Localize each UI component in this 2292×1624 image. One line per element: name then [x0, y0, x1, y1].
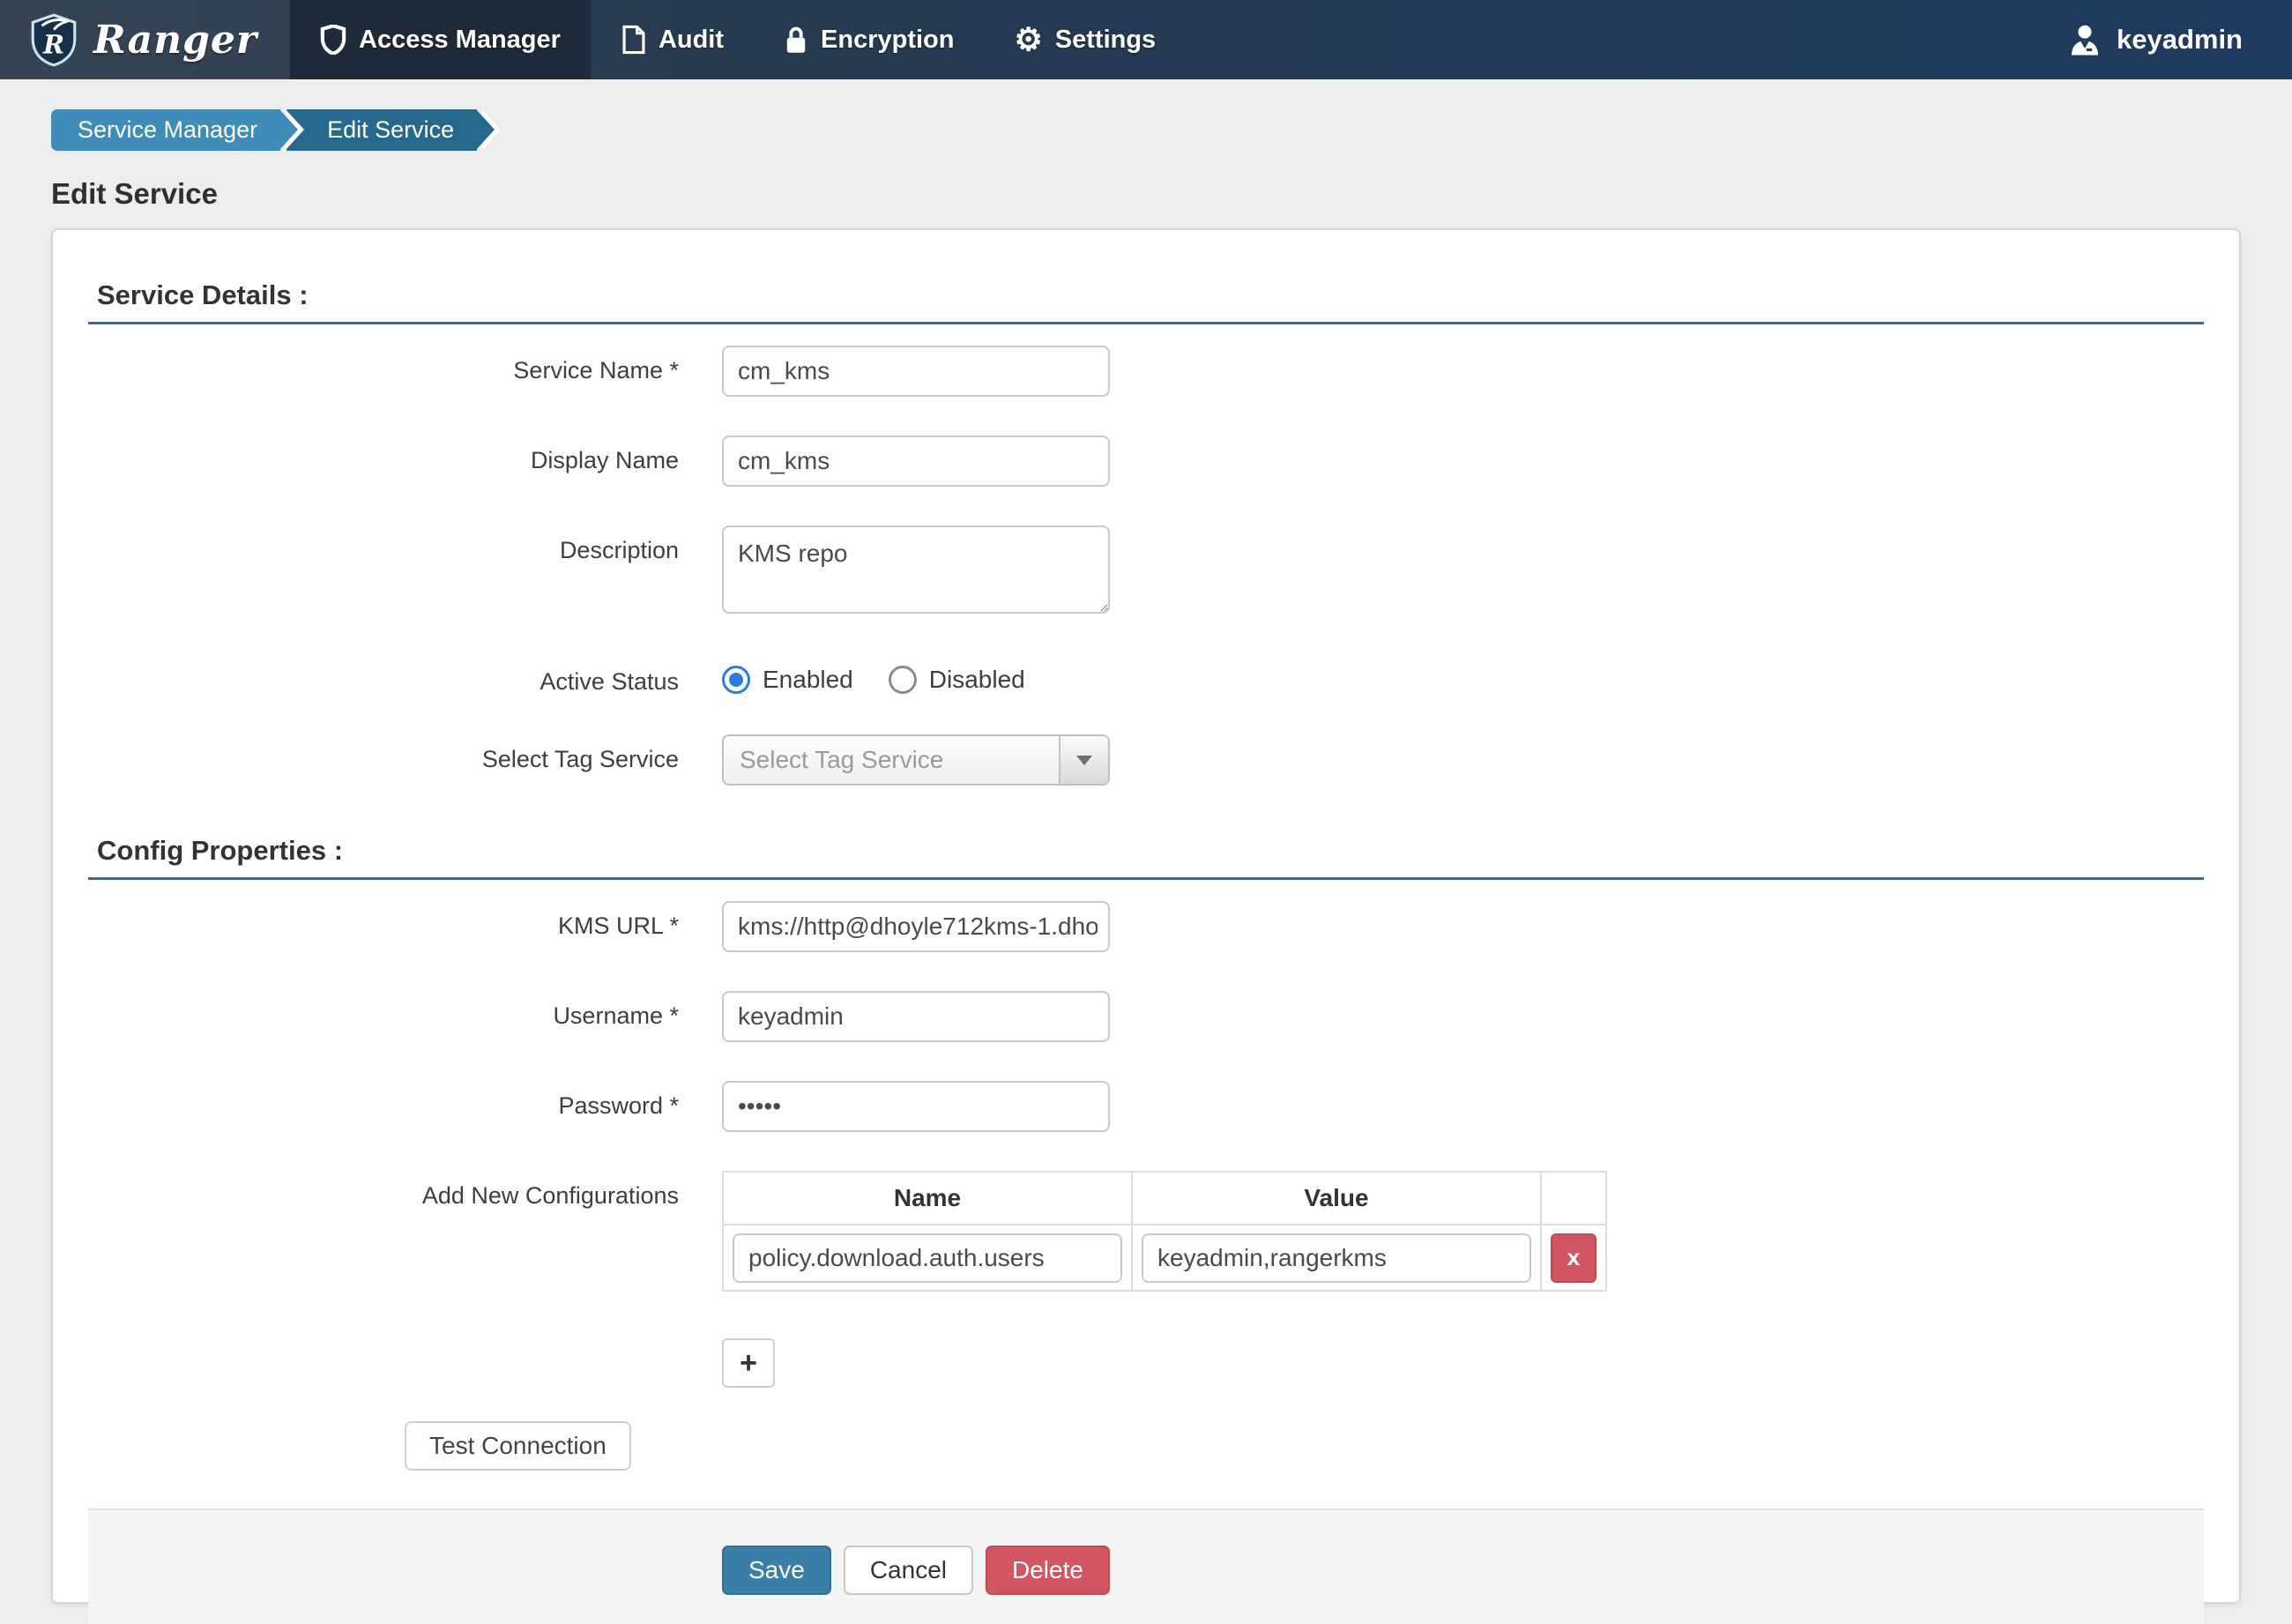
password-label: Password *	[88, 1081, 679, 1120]
config-value-header: Value	[1132, 1172, 1541, 1225]
breadcrumb-edit-service[interactable]: Edit Service	[286, 109, 477, 151]
select-tag-service-row: Select Tag Service Select Tag Service	[88, 734, 2204, 786]
user-menu[interactable]: keyadmin	[2050, 0, 2292, 79]
nav-item-settings[interactable]: ⚙ Settings	[985, 0, 1187, 79]
enabled-radio-label[interactable]: Enabled	[763, 666, 853, 694]
breadcrumb-service-manager[interactable]: Service Manager	[51, 109, 280, 151]
document-icon	[621, 25, 646, 55]
select-tag-service-label: Select Tag Service	[88, 734, 679, 773]
config-name-header: Name	[723, 1172, 1132, 1225]
description-textarea[interactable]: KMS repo	[722, 525, 1110, 614]
display-name-row: Display Name	[88, 436, 2204, 487]
lock-icon	[784, 25, 808, 55]
username-row: Username *	[88, 991, 2204, 1042]
navbar-spacer	[1186, 0, 2050, 79]
section-heading-config-properties: Config Properties :	[97, 835, 2204, 867]
config-action-header	[1541, 1172, 1606, 1225]
delete-button[interactable]: Delete	[986, 1546, 1110, 1595]
display-name-input[interactable]	[722, 436, 1110, 487]
shield-icon	[320, 25, 346, 55]
active-status-row: Active Status Enabled Disabled	[88, 657, 2204, 696]
brand-title: Ranger	[93, 18, 257, 63]
password-row: Password *	[88, 1081, 2204, 1132]
nav-item-access-manager[interactable]: Access Manager	[289, 0, 592, 79]
form-actions-bar: Save Cancel Delete	[88, 1509, 2204, 1624]
gear-icon: ⚙	[1015, 24, 1043, 56]
username-label: keyadmin	[2117, 24, 2243, 56]
service-name-label: Service Name *	[88, 346, 679, 384]
page-title: Edit Service	[51, 177, 2292, 211]
display-name-label: Display Name	[88, 436, 679, 474]
username-input[interactable]	[722, 991, 1110, 1042]
username-label: Username *	[88, 991, 679, 1030]
ranger-logo-icon: R	[26, 12, 81, 67]
section-heading-service-details: Service Details :	[97, 279, 2204, 311]
add-config-row-button[interactable]: +	[722, 1338, 775, 1388]
top-navbar: R Ranger Access Manager Audit Encr	[0, 0, 2292, 79]
kms-url-label: KMS URL *	[88, 901, 679, 940]
test-connection-button[interactable]: Test Connection	[405, 1421, 631, 1471]
nav-item-label: Settings	[1055, 26, 1156, 55]
kms-url-row: KMS URL *	[88, 901, 2204, 952]
kms-url-input[interactable]	[722, 901, 1110, 952]
nav-item-label: Encryption	[821, 26, 954, 55]
service-name-row: Service Name *	[88, 346, 2204, 397]
select-tag-service-placeholder: Select Tag Service	[724, 746, 1059, 774]
service-name-input[interactable]	[722, 346, 1110, 397]
close-icon: x	[1567, 1244, 1580, 1271]
edit-service-panel: Service Details : Service Name * Display…	[51, 228, 2241, 1604]
user-profile-icon	[2067, 22, 2102, 57]
enabled-radio[interactable]	[722, 666, 750, 694]
delete-config-row-button[interactable]: x	[1551, 1233, 1596, 1283]
configurations-table: Name Value	[722, 1171, 1607, 1292]
config-value-input[interactable]	[1142, 1233, 1531, 1283]
cancel-button[interactable]: Cancel	[844, 1546, 973, 1595]
nav-item-label: Audit	[659, 26, 724, 55]
add-new-configurations-label: Add New Configurations	[88, 1171, 679, 1210]
nav-item-encryption[interactable]: Encryption	[754, 0, 984, 79]
active-status-label: Active Status	[88, 657, 679, 696]
config-name-input[interactable]	[733, 1233, 1122, 1283]
description-row: Description KMS repo	[88, 525, 2204, 618]
breadcrumb: Service Manager Edit Service	[51, 109, 2292, 151]
configurations-row: Add New Configurations Name Value	[88, 1171, 2204, 1292]
section-divider	[88, 322, 2204, 324]
table-row: x	[723, 1225, 1606, 1291]
nav-item-label: Access Manager	[359, 26, 561, 55]
plus-icon: +	[740, 1346, 757, 1381]
save-button[interactable]: Save	[722, 1546, 831, 1595]
chevron-down-icon	[1076, 756, 1092, 765]
password-input[interactable]	[722, 1081, 1110, 1132]
disabled-radio-label[interactable]: Disabled	[929, 666, 1025, 694]
select-tag-service-dropdown[interactable]: Select Tag Service	[722, 734, 1110, 786]
svg-text:R: R	[42, 30, 64, 60]
section-divider	[88, 877, 2204, 880]
dropdown-toggle-button[interactable]	[1059, 736, 1108, 784]
disabled-radio[interactable]	[889, 666, 917, 694]
description-label: Description	[88, 525, 679, 564]
ranger-brand[interactable]: R Ranger	[0, 0, 289, 79]
nav-item-audit[interactable]: Audit	[592, 0, 754, 79]
